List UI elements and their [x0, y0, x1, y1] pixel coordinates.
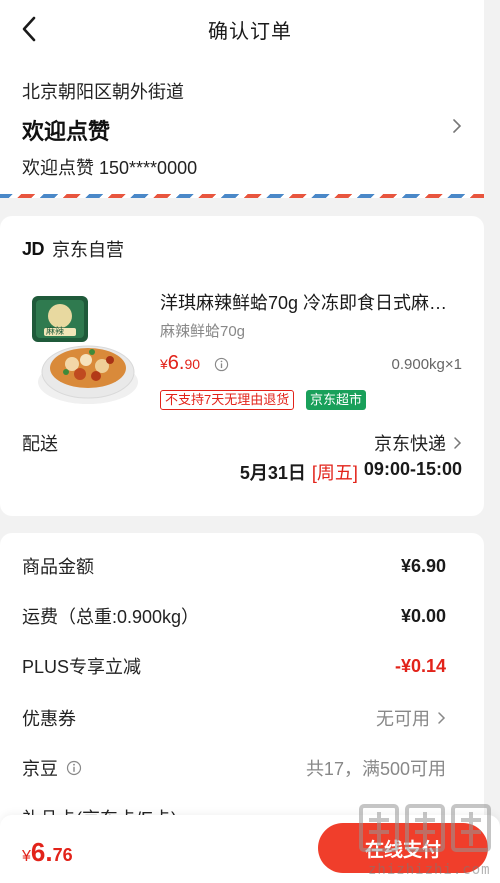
price-decimal: 90 [184, 356, 201, 372]
price-symbol: ¥ [160, 356, 168, 372]
back-button[interactable] [14, 14, 44, 44]
page-edge [484, 0, 500, 883]
chevron-right-icon [454, 437, 462, 449]
delivery-date: 5月31日 [239, 463, 306, 483]
delivery-method-label: 京东快递 [374, 434, 446, 454]
delivery-time-slot[interactable]: 5月31日 [周五] 09:00-15:00 [240, 459, 462, 485]
coupon-value: 无可用 [376, 709, 430, 729]
chevron-left-icon [22, 16, 36, 42]
coupon-value-group: 无可用 [376, 705, 446, 731]
goods-amount-row: 商品金额 ¥6.90 [22, 553, 446, 579]
top-nav-bar: 确认订单 [0, 0, 500, 58]
total-price: ¥ 6. 76 [22, 837, 73, 868]
delivery-method-selector[interactable]: 京东快递 [374, 430, 462, 456]
plus-discount-label: PLUS专享立减 [22, 657, 142, 677]
address-border-stripe [0, 194, 484, 198]
total-symbol: ¥ [22, 848, 31, 865]
address-region: 北京朝阳区朝外街道 [22, 82, 184, 102]
shipping-row: 运费（总重:0.900kg） ¥0.00 [22, 603, 446, 629]
product-price: ¥ 6. 90 [160, 352, 200, 375]
shipping-value: ¥0.00 [400, 605, 446, 626]
plus-discount-value: -¥0.14 [394, 655, 446, 676]
product-image[interactable]: 麻辣 [24, 292, 144, 412]
coupon-label: 优惠券 [22, 709, 76, 729]
jd-bean-label: 京豆 [22, 759, 58, 779]
supermarket-tag: 京东超市 [306, 390, 367, 410]
jd-bean-label-group: 京豆 [22, 755, 82, 781]
address-card[interactable]: 北京朝阳区朝外街道 欢迎点赞 欢迎点赞 150****0000 [0, 58, 484, 198]
product-spec: 麻辣鲜蛤70g [160, 323, 246, 340]
plus-discount-row: PLUS专享立减 -¥0.14 [22, 653, 446, 679]
shipping-label: 运费（总重:0.900kg） [22, 607, 200, 627]
info-icon[interactable] [66, 760, 82, 776]
recipient-name: 欢迎点赞 [22, 119, 111, 144]
product-quantity: 0.900kg×1 [391, 356, 462, 373]
delivery-weekday: [周五] [311, 463, 358, 483]
coupon-row[interactable]: 优惠券 无可用 [22, 705, 446, 731]
jd-logo: JD [22, 238, 45, 259]
jd-bean-value: 共17，满500可用 [305, 759, 446, 779]
jd-bean-row: 京豆 共17，满500可用 [22, 755, 446, 781]
price-integer: 6. [167, 352, 185, 374]
total-decimal: 76 [52, 845, 73, 865]
product-image-label: 麻辣 [46, 325, 64, 337]
watermark-text: zhizhizhi.com [368, 862, 491, 878]
total-integer: 6. [30, 837, 53, 867]
shop-header: JD 京东自营 [22, 236, 124, 262]
recipient-contact: 欢迎点赞 150****0000 [22, 158, 198, 178]
shop-name: 京东自营 [52, 240, 125, 260]
product-title[interactable]: 洋琪麻辣鲜蛤70g 冷冻即食日式麻辣鲜蛤 [160, 289, 460, 315]
goods-amount-value: ¥6.90 [400, 555, 446, 576]
info-icon[interactable] [214, 357, 229, 372]
chevron-right-icon [453, 119, 462, 133]
chevron-right-icon [438, 712, 446, 724]
delivery-time-range: 09:00-15:00 [363, 459, 462, 479]
page-title: 确认订单 [208, 20, 292, 43]
return-policy-tag: 不支持7天无理由退货 [160, 390, 295, 410]
delivery-label: 配送 [22, 434, 58, 454]
goods-amount-label: 商品金额 [22, 557, 94, 577]
shop-order-card: JD 京东自营 麻辣 洋琪麻辣鲜蛤70g 冷冻即食日式麻辣鲜蛤 麻辣鲜蛤70g … [0, 216, 484, 516]
